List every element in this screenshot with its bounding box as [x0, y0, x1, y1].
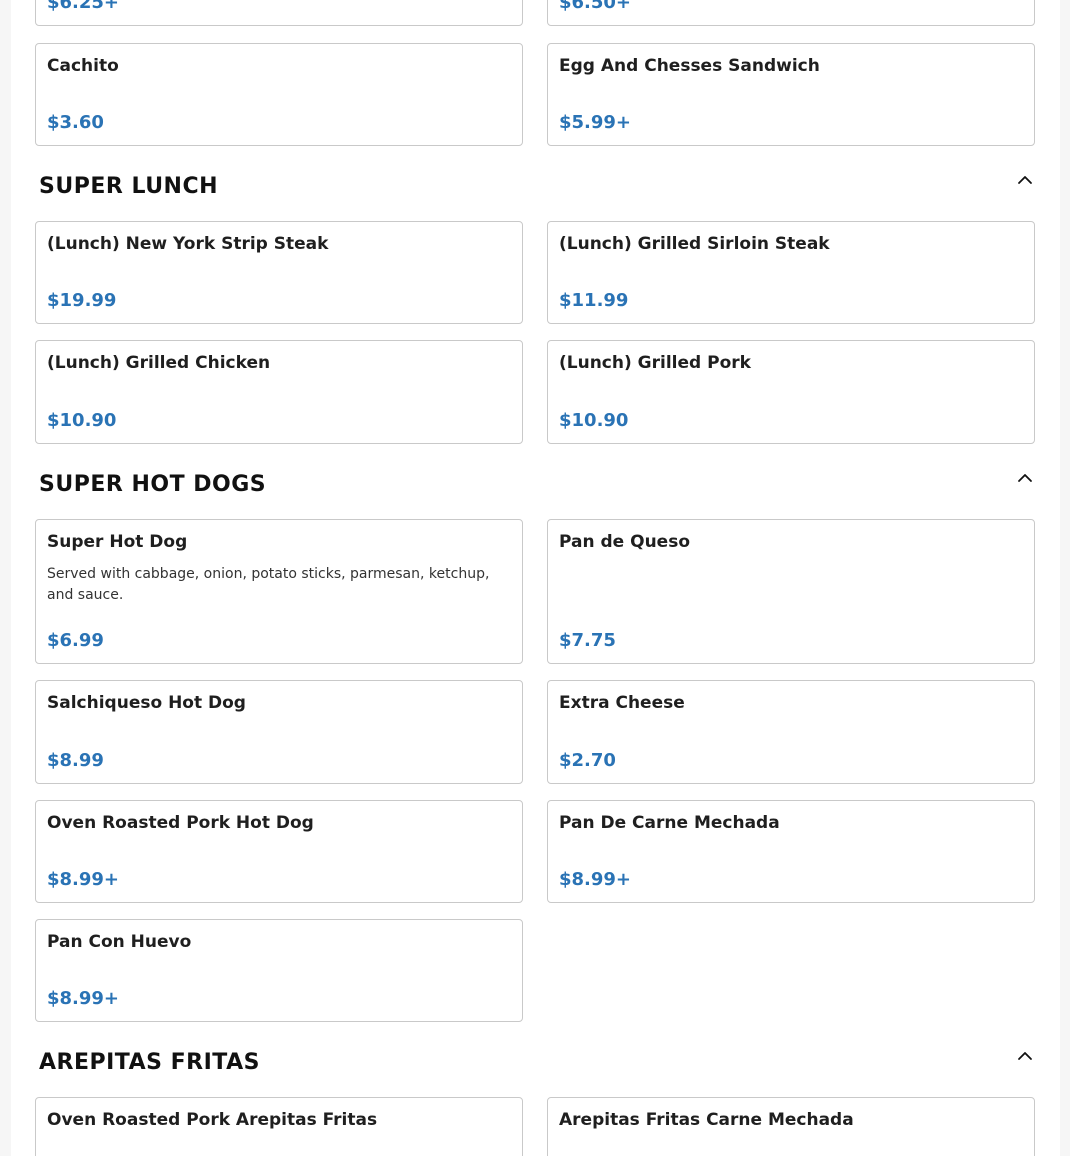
menu-item-card[interactable]: Super Hot Dog Served with cabbage, onion… — [35, 519, 523, 664]
menu-item-card[interactable]: $6.25+ — [35, 0, 523, 26]
menu-item-card[interactable]: Oven Roasted Pork Arepitas Fritas — [35, 1097, 523, 1156]
item-name: Cachito — [47, 56, 119, 76]
menu-item-card[interactable]: $6.50+ — [547, 0, 1035, 26]
chevron-up-icon[interactable] — [1015, 468, 1035, 488]
section-title-arepitas-fritas: AREPITAS FRITAS — [39, 1050, 260, 1075]
item-name: Super Hot Dog — [47, 532, 188, 552]
menu-item-card[interactable]: Pan Con Huevo $8.99+ — [35, 919, 523, 1022]
item-name: (Lunch) Grilled Pork — [559, 353, 751, 373]
menu-item-card[interactable]: (Lunch) Grilled Sirloin Steak $11.99 — [547, 221, 1035, 324]
item-price: $6.25+ — [47, 0, 120, 13]
menu-item-card[interactable]: Arepitas Fritas Carne Mechada — [547, 1097, 1035, 1156]
item-price: $11.99 — [559, 290, 629, 311]
item-description: Served with cabbage, onion, potato stick… — [47, 566, 490, 603]
chevron-up-icon[interactable] — [1015, 170, 1035, 190]
item-price: $6.50+ — [559, 0, 632, 13]
item-name: Arepitas Fritas Carne Mechada — [559, 1110, 854, 1130]
item-name: (Lunch) New York Strip Steak — [47, 234, 329, 254]
menu-item-card[interactable]: Oven Roasted Pork Hot Dog $8.99+ — [35, 800, 523, 903]
item-price: $7.75 — [559, 630, 616, 651]
item-price: $3.60 — [47, 112, 104, 133]
item-price: $8.99+ — [559, 869, 632, 890]
menu-item-card[interactable]: Cachito $3.60 — [35, 43, 523, 146]
section-title-super-lunch: SUPER LUNCH — [39, 174, 219, 199]
menu-page: $6.25+ $6.50+ Cachito $3.60 Egg And Ches… — [11, 0, 1060, 1156]
menu-item-card[interactable]: Egg And Chesses Sandwich $5.99+ — [547, 43, 1035, 146]
item-price: $8.99 — [47, 750, 104, 771]
menu-item-card[interactable]: Pan de Queso $7.75 — [547, 519, 1035, 664]
item-price: $6.99 — [47, 630, 104, 651]
chevron-up-icon[interactable] — [1015, 1046, 1035, 1066]
item-name: Pan de Queso — [559, 532, 690, 552]
menu-item-card[interactable]: (Lunch) Grilled Chicken $10.90 — [35, 340, 523, 444]
item-name: (Lunch) Grilled Chicken — [47, 353, 271, 373]
menu-item-card[interactable]: Salchiqueso Hot Dog $8.99 — [35, 680, 523, 784]
item-name: Pan Con Huevo — [47, 932, 192, 952]
item-price: $8.99+ — [47, 869, 120, 890]
menu-item-card[interactable]: Pan De Carne Mechada $8.99+ — [547, 800, 1035, 903]
item-name: Egg And Chesses Sandwich — [559, 56, 820, 76]
item-price: $19.99 — [47, 290, 117, 311]
item-price: $10.90 — [559, 410, 629, 431]
item-name: Pan De Carne Mechada — [559, 813, 780, 833]
menu-item-card[interactable]: Extra Cheese $2.70 — [547, 680, 1035, 784]
menu-item-card[interactable]: (Lunch) Grilled Pork $10.90 — [547, 340, 1035, 444]
item-name: (Lunch) Grilled Sirloin Steak — [559, 234, 830, 254]
item-name: Oven Roasted Pork Arepitas Fritas — [47, 1110, 378, 1130]
item-name: Oven Roasted Pork Hot Dog — [47, 813, 314, 833]
menu-item-card[interactable]: (Lunch) New York Strip Steak $19.99 — [35, 221, 523, 324]
item-price: $10.90 — [47, 410, 117, 431]
item-price: $5.99+ — [559, 112, 632, 133]
section-title-super-hot-dogs: SUPER HOT DOGS — [39, 472, 267, 497]
item-name: Salchiqueso Hot Dog — [47, 693, 246, 713]
item-price: $2.70 — [559, 750, 616, 771]
item-name: Extra Cheese — [559, 693, 685, 713]
item-price: $8.99+ — [47, 988, 120, 1009]
